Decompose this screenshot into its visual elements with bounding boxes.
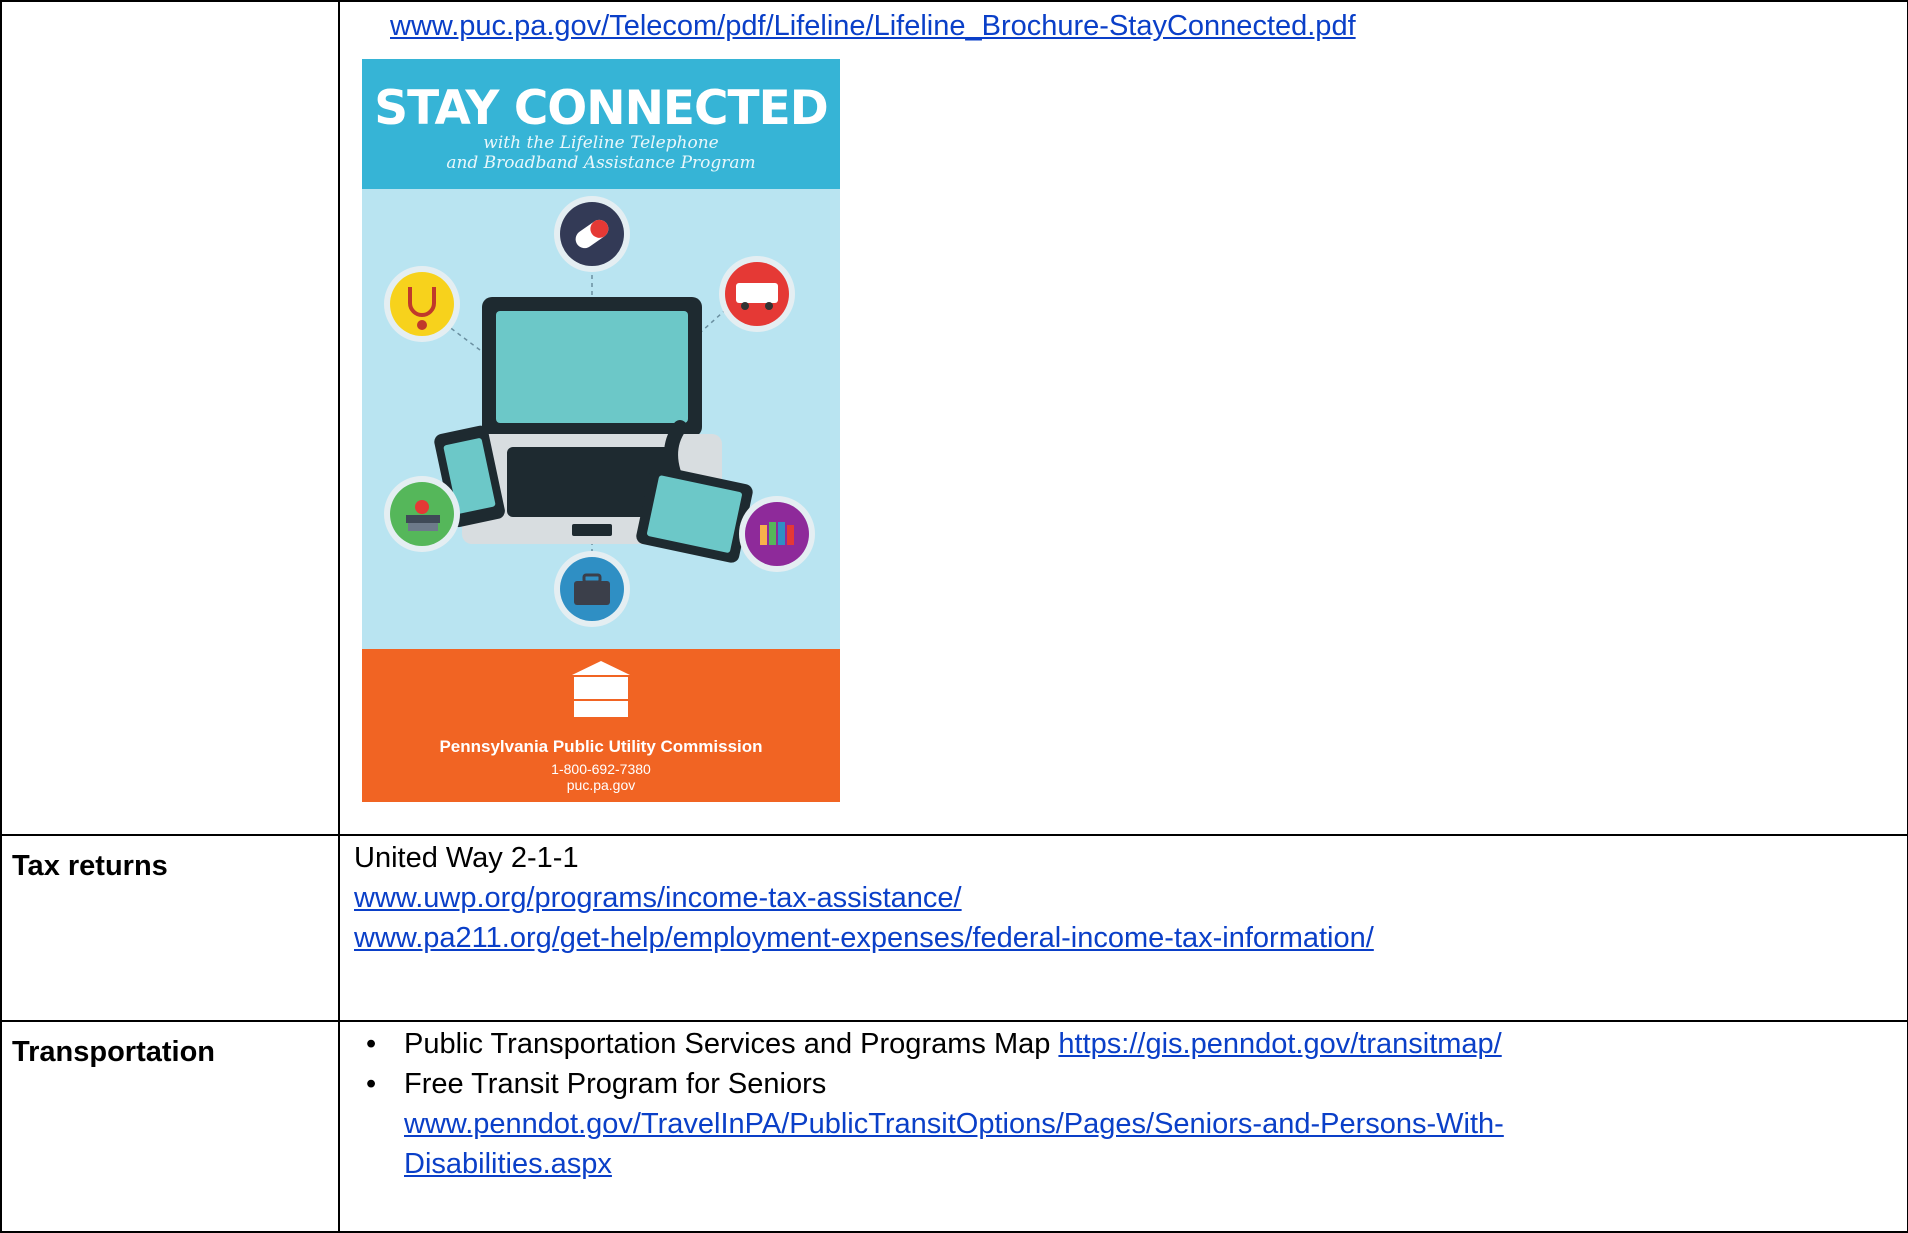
devices-illustration (384, 196, 815, 627)
free-transit-text: Free Transit Program for Seniors (404, 1068, 827, 1100)
puc-logo-icon (572, 661, 630, 717)
table-row: Transportation Public Transportation Ser… (0, 1020, 1908, 1233)
resource-table: www.puc.pa.gov/Telecom/pdf/Lifeline/Life… (0, 0, 1908, 1233)
pa211-link[interactable]: www.pa211.org/get-help/employment-expens… (340, 918, 1907, 958)
brochure-contact: 1-800-692-7380 puc.pa.gov (362, 761, 840, 793)
brochure-subtitle-line1: with the Lifeline Telephone (483, 133, 719, 153)
briefcase-icon (554, 551, 630, 627)
books-apple-icon (384, 476, 460, 552)
brochure-footer: Pennsylvania Public Utility Commission 1… (362, 649, 840, 802)
ambulance-icon (719, 256, 795, 332)
united-way-text: United Way 2-1-1 (354, 842, 579, 874)
row-label: Tax returns (0, 834, 340, 1022)
medicine-pill-icon (554, 196, 630, 272)
row-label: Transportation (0, 1020, 340, 1233)
tablet-icon (636, 465, 753, 563)
brochure-site: puc.pa.gov (566, 777, 636, 793)
stethoscope-icon (384, 266, 460, 342)
brochure-header: STAY CONNECTED with the Lifeline Telepho… (362, 59, 840, 189)
brochure-org-name: Pennsylvania Public Utility Commission (439, 737, 763, 756)
brochure-subtitle: with the Lifeline Telephone and Broadban… (362, 133, 840, 173)
brochure-cover-image: STAY CONNECTED with the Lifeline Telepho… (362, 59, 840, 802)
brochure-illustration (362, 189, 840, 649)
transit-map-link[interactable]: https://gis.penndot.gov/transitmap/ (1058, 1028, 1501, 1060)
people-group-icon (739, 496, 815, 572)
list-item: Public Transportation Services and Progr… (340, 1024, 1907, 1064)
empty-label-cell (0, 0, 340, 836)
penndot-seniors-link-line2[interactable]: Disabilities.aspx (404, 1144, 1907, 1184)
transportation-cell: Public Transportation Services and Progr… (338, 1020, 1908, 1233)
brochure-title: STAY CONNECTED (374, 81, 828, 136)
transportation-list: Public Transportation Services and Progr… (340, 1022, 1907, 1184)
brochure-subtitle-line2: and Broadband Assistance Program (446, 153, 756, 173)
brochure-phone: 1-800-692-7380 (551, 761, 651, 777)
table-row: www.puc.pa.gov/Telecom/pdf/Lifeline/Life… (0, 0, 1908, 836)
tax-returns-cell: United Way 2-1-1 www.uwp.org/programs/in… (338, 834, 1908, 1022)
uwp-link[interactable]: www.uwp.org/programs/income-tax-assistan… (340, 878, 1907, 918)
document-page: www.puc.pa.gov/Telecom/pdf/Lifeline/Life… (0, 0, 1908, 1233)
penndot-seniors-link-line1[interactable]: www.penndot.gov/TravelInPA/PublicTransit… (404, 1104, 1907, 1144)
transit-map-text: Public Transportation Services and Progr… (404, 1028, 1051, 1060)
table-row: Tax returns United Way 2-1-1 www.uwp.org… (0, 834, 1908, 1022)
list-item: Free Transit Program for Seniors www.pen… (340, 1064, 1907, 1184)
brochure-link[interactable]: www.puc.pa.gov/Telecom/pdf/Lifeline/Life… (340, 2, 1907, 46)
